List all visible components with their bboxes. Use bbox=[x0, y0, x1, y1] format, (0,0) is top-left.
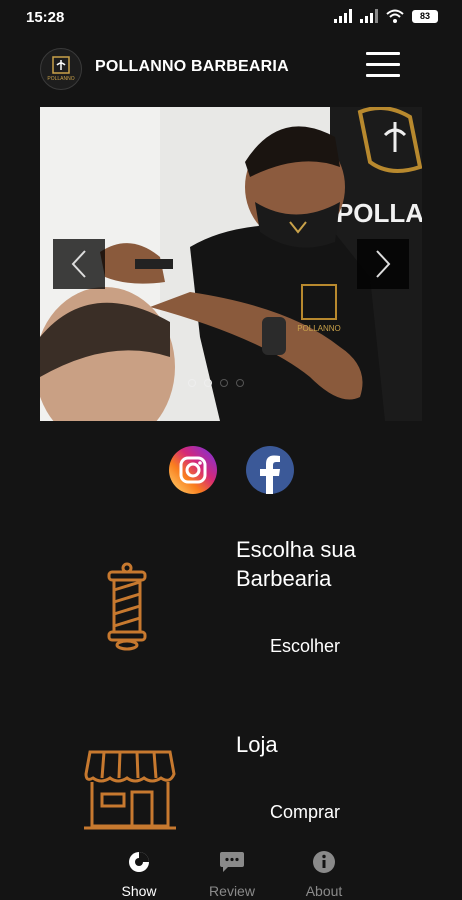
sign-text: POLLA bbox=[336, 198, 422, 228]
carousel-indicator bbox=[188, 379, 244, 387]
carousel-dot[interactable] bbox=[204, 379, 212, 387]
buy-button[interactable]: Comprar bbox=[270, 802, 340, 823]
chevron-right-icon bbox=[376, 250, 391, 278]
hamburger-line bbox=[366, 63, 400, 66]
info-icon bbox=[313, 851, 335, 873]
status-time: 15:28 bbox=[26, 9, 65, 26]
carousel-dot[interactable] bbox=[188, 379, 196, 387]
carousel-prev-button[interactable] bbox=[53, 239, 105, 289]
card-title-line: Escolha sua bbox=[236, 537, 356, 562]
hamburger-icon bbox=[366, 52, 400, 55]
app-title: POLLANNO BARBEARIA bbox=[95, 58, 289, 75]
shirt-text: POLLANNO bbox=[297, 324, 341, 333]
wifi-icon bbox=[386, 9, 404, 23]
choose-button[interactable]: Escolher bbox=[270, 636, 340, 657]
carousel-dot[interactable] bbox=[236, 379, 244, 387]
barber-pole-icon bbox=[107, 562, 147, 651]
image-carousel[interactable]: POLLA POLLANNO bbox=[40, 107, 422, 421]
chat-icon bbox=[220, 852, 244, 872]
battery-icon: 83 bbox=[412, 9, 438, 23]
show-icon bbox=[129, 852, 149, 872]
facebook-icon bbox=[246, 446, 294, 494]
signal-icon bbox=[360, 9, 378, 23]
status-icons: 83 bbox=[334, 9, 438, 23]
nav-label: About bbox=[305, 883, 343, 899]
brand-logo: POLLANNO bbox=[40, 48, 82, 90]
menu-button[interactable] bbox=[366, 52, 400, 82]
carousel-next-button[interactable] bbox=[357, 239, 409, 289]
nav-label: Show bbox=[121, 883, 157, 899]
instagram-icon bbox=[169, 446, 217, 494]
card-title-line: Barbearia bbox=[236, 566, 332, 591]
facebook-button[interactable] bbox=[246, 446, 294, 494]
bottom-navigation: Show Review About bbox=[0, 844, 462, 900]
svg-text:POLLANNO: POLLANNO bbox=[47, 76, 74, 82]
nav-review[interactable]: Review bbox=[182, 850, 282, 899]
storefront-icon bbox=[84, 750, 176, 830]
battery-level: 83 bbox=[419, 10, 430, 21]
hamburger-line bbox=[366, 74, 400, 77]
carousel-dot[interactable] bbox=[220, 379, 228, 387]
nav-show[interactable]: Show bbox=[89, 850, 189, 899]
signal-icon bbox=[334, 9, 352, 23]
fleur-de-lis-icon: POLLANNO bbox=[47, 56, 75, 82]
chevron-left-icon bbox=[71, 250, 86, 278]
card-title: Loja bbox=[236, 732, 278, 757]
nav-about[interactable]: About bbox=[274, 850, 374, 899]
status-bar: 15:28 83 bbox=[0, 0, 462, 34]
nav-label: Review bbox=[209, 883, 255, 899]
app-bar: POLLANNO POLLANNO BARBEARIA bbox=[0, 34, 462, 102]
card-title: Escolha sua Barbearia bbox=[236, 535, 356, 593]
instagram-button[interactable] bbox=[169, 446, 217, 494]
